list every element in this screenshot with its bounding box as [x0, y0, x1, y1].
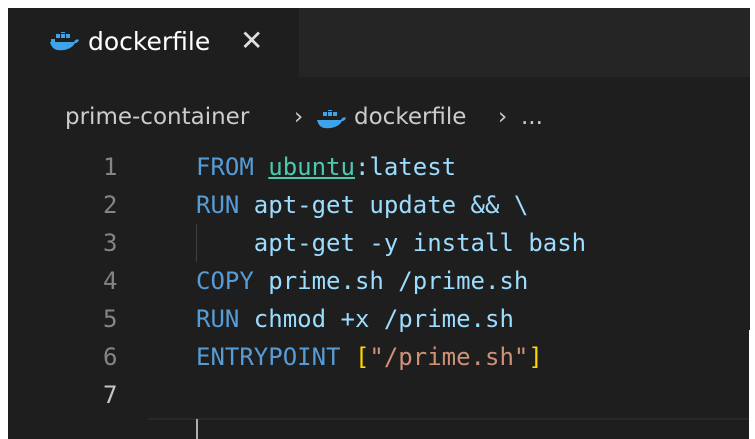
- current-line-highlight: [148, 418, 750, 420]
- keyword: RUN: [196, 191, 240, 219]
- code-text: ENTRYPOINT ["/prime.sh"]: [196, 338, 543, 376]
- code-line[interactable]: 4 COPY prime.sh /prime.sh: [8, 262, 750, 300]
- code-line[interactable]: 7: [8, 376, 750, 414]
- breadcrumb-separator: ›: [498, 104, 508, 130]
- line-number: 2: [103, 191, 118, 219]
- tab-bar: dockerfile ✕: [8, 8, 750, 77]
- code-arg: prime.sh /prime.sh: [253, 267, 529, 295]
- tab-label: dockerfile: [88, 27, 211, 56]
- code-text: FROM ubuntu:latest: [196, 148, 456, 186]
- string-literal: "/prime.sh": [369, 343, 529, 371]
- code-line[interactable]: 6 ENTRYPOINT ["/prime.sh"]: [8, 338, 750, 376]
- breadcrumb-separator: ›: [294, 104, 304, 130]
- code-text: RUN chmod +x /prime.sh: [196, 300, 514, 338]
- line-number: 6: [103, 343, 118, 371]
- line-number: 4: [103, 267, 118, 295]
- line-number: 7: [103, 381, 118, 409]
- breadcrumb-file[interactable]: dockerfile: [354, 104, 466, 130]
- text-cursor: [196, 419, 198, 439]
- image-link[interactable]: ubuntu: [268, 153, 355, 181]
- code-text: COPY prime.sh /prime.sh: [196, 262, 528, 300]
- editor-window: dockerfile ✕ prime-container › dockerfil…: [8, 8, 750, 439]
- bracket-open: [: [354, 343, 370, 371]
- docker-whale-icon: [50, 32, 79, 51]
- code-arg: chmod +x /prime.sh: [239, 305, 514, 333]
- close-icon[interactable]: ✕: [240, 24, 263, 58]
- breadcrumb-symbols[interactable]: ...: [521, 104, 543, 130]
- line-number: 5: [103, 305, 118, 333]
- keyword: COPY: [196, 267, 254, 295]
- docker-whale-icon: [317, 110, 346, 129]
- code-text: apt-get -y install bash: [196, 224, 586, 262]
- code-line[interactable]: 2 RUN apt-get update && \: [8, 186, 750, 224]
- code-text: RUN apt-get update && \: [196, 186, 528, 224]
- breadcrumb-folder[interactable]: prime-container: [65, 104, 249, 130]
- code-line[interactable]: 3 apt-get -y install bash: [8, 224, 750, 262]
- code-arg: :latest: [354, 153, 457, 181]
- code-line[interactable]: 1 FROM ubuntu:latest: [8, 148, 750, 186]
- code-arg: apt-get -y install bash: [196, 229, 587, 257]
- screenshot-edge: [749, 330, 755, 439]
- bracket-close: ]: [528, 343, 543, 371]
- line-number: 3: [103, 229, 118, 257]
- code-line[interactable]: 5 RUN chmod +x /prime.sh: [8, 300, 750, 338]
- line-number: 1: [103, 153, 118, 181]
- keyword: FROM: [196, 153, 254, 181]
- keyword: ENTRYPOINT: [196, 343, 341, 371]
- tab-dockerfile[interactable]: dockerfile ✕: [8, 8, 299, 77]
- code-arg: apt-get update && \: [239, 191, 529, 219]
- keyword: RUN: [196, 305, 240, 333]
